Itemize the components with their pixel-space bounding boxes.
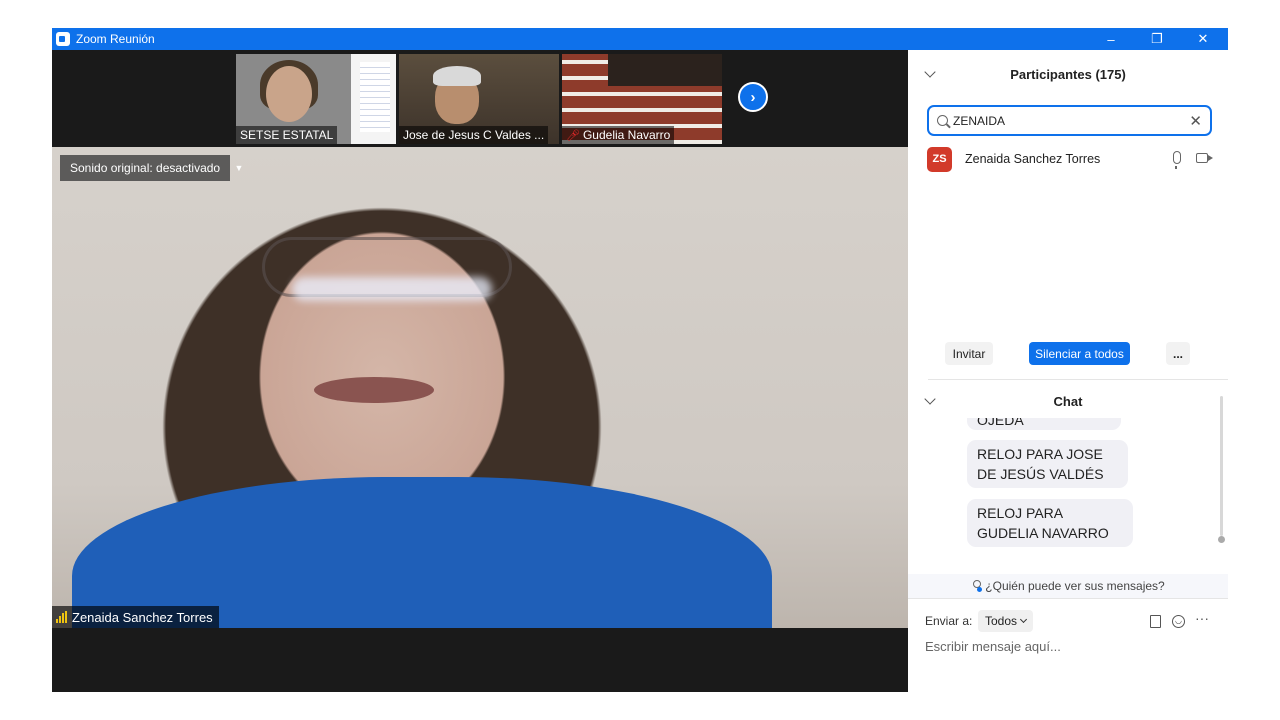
chat-message: OJEDA bbox=[967, 418, 1121, 430]
mute-all-button[interactable]: Silenciar a todos bbox=[1029, 342, 1130, 365]
chevron-down-icon[interactable]: ▼ bbox=[228, 155, 250, 181]
avatar: ZS bbox=[927, 146, 952, 172]
original-sound-toggle[interactable]: Sonido original: desactivado bbox=[60, 155, 231, 181]
person-icon bbox=[971, 580, 983, 592]
window-title: Zoom Reunión bbox=[76, 32, 155, 46]
message-visibility-text: ¿Quién puede ver sus mensajes? bbox=[985, 579, 1165, 593]
thumbnail-strip: SETSE ESTATAL Jose de Jesus C Valdes ...… bbox=[52, 50, 908, 146]
participant-list-item[interactable]: ZS Zenaida Sanchez Torres bbox=[927, 146, 1217, 172]
chevron-right-icon: › bbox=[750, 88, 756, 106]
title-bar: Zoom Reunión – ❐ ✕ bbox=[52, 28, 1228, 50]
chat-scrollbar[interactable] bbox=[1220, 396, 1223, 536]
chat-message-list[interactable]: OJEDA RELOJ PARA JOSE DE JESÚS VALDÉS RE… bbox=[908, 418, 1228, 568]
divider bbox=[908, 598, 1228, 599]
thumbnail-name: Jose de Jesus C Valdes ... bbox=[399, 126, 549, 144]
invite-button[interactable]: Invitar bbox=[945, 342, 993, 365]
send-to-label: Enviar a: bbox=[925, 614, 973, 628]
zoom-window: Zoom Reunión – ❐ ✕ SETSE ESTATAL Jose de… bbox=[52, 28, 1228, 692]
speaker-name-label: Zenaida Sanchez Torres bbox=[52, 606, 219, 628]
thumbnail-name: Gudelia Navarro bbox=[582, 128, 671, 142]
video-camera-icon[interactable] bbox=[1196, 153, 1213, 163]
more-icon[interactable]: ··· bbox=[1195, 610, 1209, 626]
search-icon bbox=[937, 115, 948, 126]
signal-strength-icon bbox=[56, 611, 67, 623]
clear-search-icon[interactable]: ✕ bbox=[1189, 112, 1202, 130]
microphone-icon[interactable] bbox=[1173, 151, 1181, 169]
thumbnail-shared-document bbox=[360, 62, 390, 132]
chat-header: Chat bbox=[908, 387, 1228, 415]
thumbnail-video bbox=[608, 54, 722, 86]
active-speaker-video[interactable]: Sonido original: desactivado ▼ Zenaida S… bbox=[52, 147, 908, 628]
chat-message: RELOJ PARA GUDELIA NAVARRO bbox=[967, 499, 1133, 547]
more-options-button[interactable]: ... bbox=[1166, 342, 1190, 365]
speaker-video-glare bbox=[292, 277, 492, 301]
thumbnail-name: SETSE ESTATAL bbox=[236, 126, 338, 144]
participants-header: Participantes (175) bbox=[908, 60, 1228, 88]
thumbnail-video-face bbox=[266, 66, 312, 122]
participant-thumbnail[interactable]: 🎤︎ Gudelia Navarro bbox=[562, 54, 722, 144]
send-to-dropdown[interactable]: Todos bbox=[978, 610, 1034, 632]
chat-message: RELOJ PARA JOSE DE JESÚS VALDÉS bbox=[967, 440, 1128, 488]
participant-name: Zenaida Sanchez Torres bbox=[965, 152, 1101, 166]
close-button[interactable]: ✕ bbox=[1180, 28, 1226, 50]
file-icon[interactable] bbox=[1150, 615, 1161, 628]
divider bbox=[928, 379, 1228, 380]
speaker-video-mouth bbox=[314, 377, 434, 403]
chevron-down-icon[interactable] bbox=[924, 66, 936, 78]
mic-muted-icon: 🎤︎ bbox=[566, 130, 580, 142]
side-panel: Participantes (175) ✕ ZS Zenaida Sanchez… bbox=[908, 50, 1228, 692]
participants-title: Participantes (175) bbox=[1010, 66, 1126, 82]
next-page-button[interactable]: › bbox=[738, 82, 768, 112]
thumbnail-video bbox=[433, 66, 481, 86]
message-visibility-notice[interactable]: ¿Quién puede ver sus mensajes? bbox=[908, 574, 1228, 598]
minimize-button[interactable]: – bbox=[1088, 28, 1134, 50]
participant-thumbnail[interactable]: Jose de Jesus C Valdes ... bbox=[399, 54, 559, 144]
chat-message-input[interactable] bbox=[925, 635, 1215, 657]
thumbnail-name-wrap: 🎤︎ Gudelia Navarro bbox=[562, 126, 675, 144]
chevron-down-icon bbox=[1019, 615, 1028, 624]
send-to-value: Todos bbox=[985, 614, 1018, 628]
emoji-icon[interactable]: ◡ bbox=[1172, 615, 1185, 628]
chat-title: Chat bbox=[1053, 393, 1083, 409]
participant-search-input[interactable] bbox=[953, 113, 1190, 128]
zoom-app-icon bbox=[56, 32, 70, 46]
speaker-name: Zenaida Sanchez Torres bbox=[72, 609, 213, 625]
chat-scrollbar-thumb[interactable] bbox=[1218, 536, 1225, 543]
participant-thumbnail[interactable]: SETSE ESTATAL bbox=[236, 54, 396, 144]
chevron-down-icon[interactable] bbox=[924, 393, 936, 405]
video-area: SETSE ESTATAL Jose de Jesus C Valdes ...… bbox=[52, 50, 908, 692]
restore-button[interactable]: ❐ bbox=[1134, 28, 1180, 50]
participant-search-box[interactable]: ✕ bbox=[927, 105, 1212, 136]
